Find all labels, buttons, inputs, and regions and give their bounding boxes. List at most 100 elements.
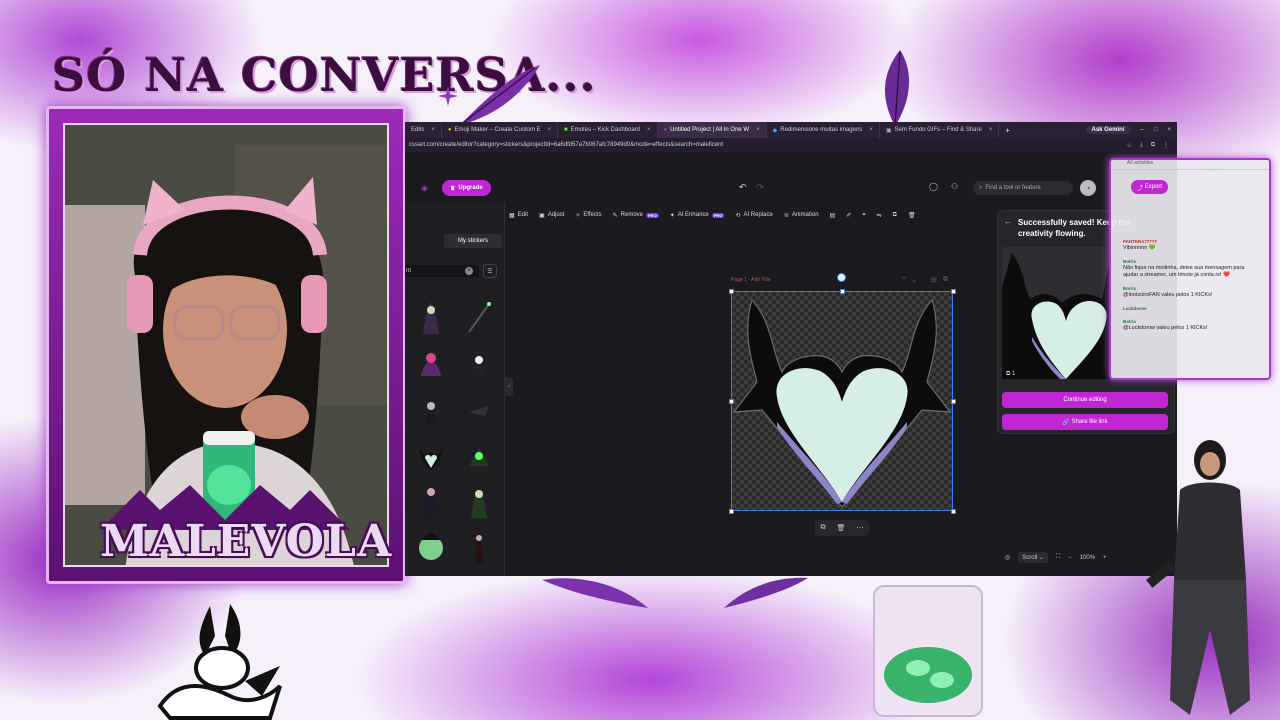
crop-icon[interactable]: ⌗: [862, 212, 865, 219]
tab-my-stickers[interactable]: My stickers: [444, 234, 502, 248]
zoom-level[interactable]: 100%: [1080, 555, 1095, 561]
sticker-thumbnail[interactable]: [415, 300, 447, 334]
sticker-thumbnail[interactable]: [463, 530, 495, 564]
close-tab-icon[interactable]: ×: [548, 127, 552, 133]
delete-icon[interactable]: 🗑: [908, 212, 916, 219]
tool-label: AI Enhance: [677, 212, 709, 218]
tool-ai-enhance[interactable]: ✦ AI Enhance PRO: [670, 212, 725, 219]
tab-untitled-project[interactable]: ● Untitled Project | All In One W ×: [657, 122, 767, 138]
sticker-thumbnail[interactable]: [415, 440, 447, 474]
tab-redimensione[interactable]: ◆ Redimensione muitas imagens ×: [767, 122, 880, 138]
find-tool-placeholder: Find a tool or feature: [985, 185, 1041, 191]
maximize-icon[interactable]: □: [1154, 127, 1158, 133]
export-button[interactable]: ⤴ Export: [1131, 180, 1169, 194]
chevron-down-icon[interactable]: ⌄: [911, 276, 917, 284]
preview-image: [1002, 253, 1112, 379]
sticker-thumbnail[interactable]: [463, 394, 495, 428]
tab-kick-dashboard[interactable]: ■ Emotes – Kick Dashboard ×: [558, 122, 658, 138]
sticker-thumbnail[interactable]: [463, 300, 495, 334]
tab-emoji-maker[interactable]: ● Emoji Maker – Create Custom E ×: [442, 122, 559, 138]
tool-effects[interactable]: ✧ Effects: [575, 212, 601, 219]
close-tab-icon[interactable]: ×: [869, 127, 873, 133]
page-title-label[interactable]: Page 1 - Add Title: [731, 277, 770, 283]
copy-page-icon[interactable]: ⧉: [943, 276, 948, 284]
redo-icon[interactable]: ↷: [757, 182, 765, 193]
sticker-thumbnail[interactable]: [415, 394, 447, 428]
tool-remove[interactable]: ✎ Remove PRO: [613, 212, 659, 219]
tool-label: Edit: [517, 212, 529, 218]
tab-label: Emoji Maker – Create Custom E: [454, 127, 541, 133]
bookmark-star-icon[interactable]: ☆: [1127, 142, 1132, 149]
comment-icon[interactable]: ◯: [929, 182, 938, 191]
sticker-thumbnail[interactable]: [463, 346, 495, 380]
chevron-up-icon[interactable]: ⌃: [901, 276, 907, 284]
tool-animation[interactable]: ≋ Animation: [784, 212, 819, 219]
resize-handle[interactable]: [729, 509, 734, 514]
link-icon: 🔗: [1062, 419, 1070, 426]
extensions-icon[interactable]: ⧉: [1151, 142, 1155, 149]
upgrade-button[interactable]: ♛ Upgrade: [442, 180, 491, 196]
app-logo-icon[interactable]: ◈: [421, 183, 428, 194]
new-tab-button[interactable]: +: [999, 126, 1016, 135]
download-icon[interactable]: ⤓: [1140, 142, 1143, 149]
resize-handle[interactable]: [729, 399, 734, 404]
clear-search-icon[interactable]: ×: [465, 267, 473, 275]
sticker-thumbnail[interactable]: [415, 346, 447, 380]
find-tool-search[interactable]: ⌕ Find a tool or feature: [973, 181, 1073, 195]
tab-sem-fundo-gifs[interactable]: ▣ Sem Fundo GIFs – Find & Share ×: [880, 122, 1000, 138]
tool-ai-replace[interactable]: ⟲ AI Replace: [735, 212, 772, 219]
collapse-panel-handle[interactable]: ‹: [505, 378, 513, 396]
zoom-out-icon[interactable]: −: [1068, 555, 1072, 561]
add-user-icon[interactable]: ⚇: [951, 182, 958, 191]
resize-handle[interactable]: [951, 399, 956, 404]
duplicate-icon[interactable]: ⧉: [893, 212, 897, 219]
scroll-mode-select[interactable]: Scroll ⌄: [1018, 552, 1048, 563]
resize-handle[interactable]: [840, 289, 845, 294]
share-file-link-button[interactable]: 🔗 Share file link: [1002, 414, 1168, 430]
page-count: ⧉ 1: [1006, 371, 1015, 378]
ask-gemini-button[interactable]: Ask Gemini: [1085, 126, 1131, 134]
minimize-icon[interactable]: –: [1141, 127, 1144, 133]
copy-icon[interactable]: ⧉: [821, 524, 826, 532]
tool-adjust[interactable]: ▣ Adjust: [539, 212, 564, 219]
add-page-icon[interactable]: ⊞: [931, 276, 937, 284]
sticker-thumbnail[interactable]: [415, 530, 447, 564]
tab-favicon-icon: ◆: [772, 127, 778, 134]
trash-icon[interactable]: 🗑: [837, 524, 846, 532]
sticker-thumbnail[interactable]: [415, 484, 447, 518]
close-tab-icon[interactable]: ×: [756, 127, 760, 133]
tab-label: Sem Fundo GIFs – Find & Share: [894, 127, 982, 133]
more-options-icon[interactable]: ⋯: [856, 524, 863, 532]
feather-decoration: [724, 577, 808, 608]
sticker-thumbnail[interactable]: [463, 484, 495, 518]
close-tab-icon[interactable]: ×: [431, 127, 435, 133]
hide-icon[interactable]: ◎: [1005, 554, 1010, 561]
tool-edit[interactable]: ▦ Edit: [509, 212, 528, 219]
close-tab-icon[interactable]: ×: [989, 127, 993, 133]
address-bar[interactable]: cssart.com/create/editor?category=sticke…: [405, 138, 1177, 152]
sticker-thumbnail[interactable]: [463, 440, 495, 474]
resize-handle[interactable]: [951, 289, 956, 294]
url-text[interactable]: cssart.com/create/editor?category=sticke…: [409, 142, 723, 148]
menu-dots-icon[interactable]: ⋮: [1163, 142, 1169, 149]
rotate-handle[interactable]: [837, 273, 846, 282]
maleficent-heart-sticker[interactable]: [732, 292, 952, 510]
close-window-icon[interactable]: ×: [1167, 127, 1171, 133]
undo-icon[interactable]: ↶: [739, 182, 747, 193]
fit-screen-icon[interactable]: ⛶: [1056, 554, 1060, 561]
back-arrow-icon[interactable]: ←: [1004, 217, 1012, 226]
tab-label: Edits: [411, 127, 425, 133]
flip-icon[interactable]: ⇋: [877, 212, 882, 219]
design-canvas[interactable]: [731, 291, 953, 511]
zoom-in-icon[interactable]: +: [1103, 555, 1107, 561]
filter-icon[interactable]: ☰: [483, 264, 497, 278]
layers-icon[interactable]: ▤: [830, 212, 836, 219]
resize-handle[interactable]: [951, 509, 956, 514]
close-tab-icon[interactable]: ×: [647, 127, 651, 133]
tab-edits[interactable]: Edits ×: [405, 122, 442, 138]
avatar[interactable]: ◔: [1080, 180, 1096, 196]
continue-editing-button[interactable]: Continue editing: [1002, 392, 1168, 408]
brush-icon[interactable]: ✐: [846, 212, 851, 219]
tool-label: Effects: [583, 212, 602, 218]
resize-handle[interactable]: [729, 289, 734, 294]
